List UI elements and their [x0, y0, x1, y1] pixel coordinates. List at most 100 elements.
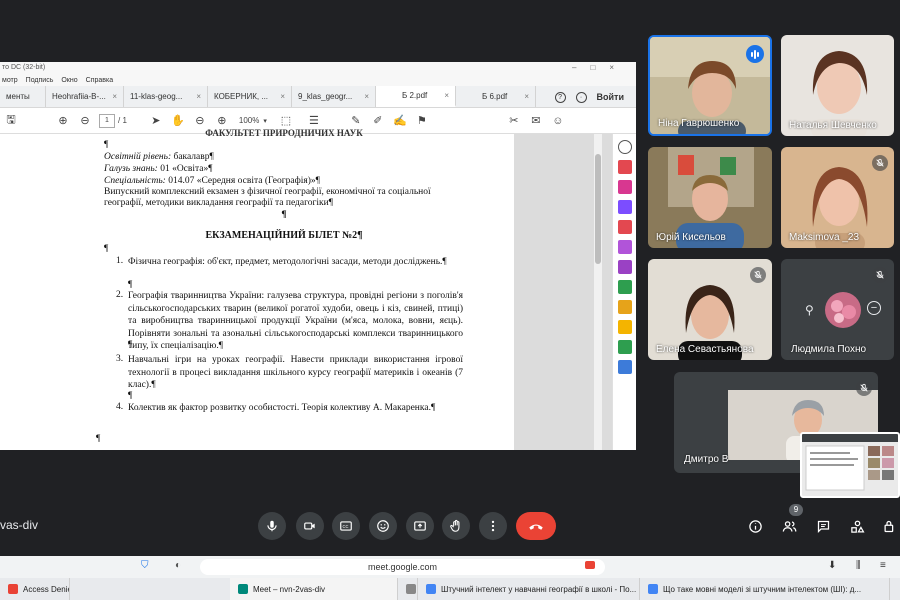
tab-label: Б 2.pdf — [402, 91, 428, 100]
pdf-tabbar-actions: ? · Войти — [554, 86, 636, 108]
url-field[interactable]: meet.google.com — [200, 559, 605, 575]
close-icon[interactable]: × — [444, 91, 449, 100]
participant-tile[interactable]: Ніна Гаврюшенко — [648, 35, 772, 136]
self-view[interactable] — [800, 432, 900, 498]
captions-icon: CC — [340, 521, 352, 531]
edit-pdf-icon[interactable] — [617, 200, 632, 214]
taskbar-label: Що таке мовні моделі зі штучним інтелект… — [663, 584, 862, 594]
captions-button[interactable]: CC — [332, 512, 360, 540]
tab-doc[interactable]: 11-klas-geog... × — [124, 86, 208, 107]
avatar — [825, 292, 861, 328]
taskbar-item[interactable]: Штучний інтелект у навчанні географії в … — [418, 578, 640, 600]
participant-tile[interactable]: Наталья Шевченко — [781, 35, 894, 136]
participant-name: Юрій Кисельов — [656, 232, 726, 243]
leave-call-button[interactable] — [516, 512, 556, 540]
taskbar-item[interactable] — [398, 578, 418, 600]
people-button[interactable] — [780, 517, 798, 535]
menu-item[interactable]: Справка — [86, 77, 113, 84]
activities-button[interactable] — [848, 517, 866, 535]
close-icon[interactable]: × — [280, 92, 285, 101]
chevron-down-icon[interactable]: ▾ — [263, 117, 267, 125]
camera-in-use-icon[interactable] — [585, 561, 595, 569]
scan-icon[interactable] — [617, 260, 632, 274]
url-text: meet.google.com — [367, 562, 438, 572]
menu-item[interactable]: Подпись — [26, 77, 54, 84]
speaking-indicator-icon — [746, 45, 764, 63]
meeting-code: vas-div — [0, 518, 39, 532]
mail-icon[interactable]: ✉ — [525, 111, 547, 131]
close-icon[interactable]: × — [112, 92, 117, 101]
close-icon[interactable]: × — [524, 92, 529, 101]
participant-tile[interactable]: Maksimova _23 — [781, 147, 894, 248]
tools-icon[interactable]: ✂ — [503, 111, 525, 131]
lock-person-icon — [884, 520, 893, 532]
present-button[interactable] — [406, 512, 434, 540]
tab-doc[interactable]: 9_klas_geogr... × — [292, 86, 376, 107]
compare-icon[interactable] — [617, 340, 632, 354]
close-icon[interactable]: × — [364, 92, 369, 101]
comment-tool-icon[interactable] — [617, 300, 632, 314]
organize-icon[interactable] — [617, 220, 632, 234]
menu-icon[interactable]: ≡ — [880, 560, 886, 571]
pilcrow: ¶ — [281, 210, 287, 220]
mic-icon — [267, 520, 277, 532]
camera-button[interactable] — [296, 512, 324, 540]
tab-documents[interactable]: менты — [0, 86, 46, 107]
mic-button[interactable] — [258, 512, 286, 540]
export-pdf-icon[interactable] — [617, 160, 632, 174]
hang-up-icon — [529, 524, 543, 530]
prev-page-icon[interactable]: ⊕ — [52, 111, 74, 131]
raise-hand-button[interactable] — [442, 512, 470, 540]
bell-icon[interactable]: · — [575, 91, 587, 103]
zoom-level[interactable]: 100% — [239, 116, 259, 125]
item-number: 1. — [116, 256, 124, 266]
share-user-icon[interactable]: ☺ — [547, 111, 569, 131]
login-button[interactable]: Войти — [597, 92, 624, 102]
tracking-icon[interactable]: ◐ — [175, 560, 181, 571]
shield-icon[interactable]: ⛉ — [141, 560, 149, 571]
scrollbar-thumb[interactable] — [595, 154, 601, 264]
more-options-button[interactable] — [479, 512, 507, 540]
doc-value: бакалавр¶ — [171, 152, 214, 162]
zoom-icon[interactable] — [617, 140, 632, 154]
reactions-button[interactable] — [369, 512, 397, 540]
doc-label: Спеціальність: — [104, 176, 166, 186]
library-icon[interactable]: ⫼ — [856, 560, 861, 571]
doc-line: Випускний комплексний екзамен з фізичної… — [104, 187, 431, 197]
doc-heading-cut: ФАКУЛЬТЕТ ПРИРОДНИЧИХ НАУК — [205, 128, 363, 138]
taskbar-item[interactable]: Access Denied — [0, 578, 70, 600]
meeting-details-button[interactable] — [746, 517, 764, 535]
fill-sign-icon[interactable] — [617, 240, 632, 254]
chat-button[interactable] — [814, 517, 832, 535]
participant-tile[interactable]: ⚲ − Людмила Похно — [781, 259, 894, 360]
taskbar-item[interactable]: Meet – nvn-2vas-div — [230, 578, 398, 600]
download-icon[interactable]: ⬇ — [828, 560, 836, 571]
pin-icon[interactable]: ⚲ — [805, 303, 814, 317]
participant-tile[interactable]: Юрій Кисельов — [648, 147, 772, 248]
menu-item[interactable]: Окно — [61, 77, 77, 84]
host-controls-button[interactable] — [880, 517, 898, 535]
pilcrow: ¶ — [128, 280, 133, 290]
participant-name: Елена Севастьянова — [656, 344, 754, 355]
doc-line: Спеціальність: 014.07 «Середня освіта (Г… — [104, 176, 320, 186]
create-pdf-icon[interactable] — [617, 180, 632, 194]
tab-doc[interactable]: Heohrafiia-B-... × — [46, 86, 124, 107]
help-icon[interactable]: ? — [554, 91, 566, 103]
tab-doc[interactable]: КОБЕРНИК, ... × — [208, 86, 292, 107]
pdf-scrollbar[interactable] — [594, 134, 602, 450]
page-number-input[interactable]: 1 — [99, 113, 115, 128]
save-icon[interactable]: 🖫 — [0, 111, 22, 131]
next-page-icon[interactable]: ⊖ — [74, 111, 96, 131]
taskbar-item[interactable]: Що таке мовні моделі зі штучним інтелект… — [640, 578, 890, 600]
menu-item[interactable]: мотр — [2, 77, 18, 84]
close-icon[interactable]: × — [196, 92, 201, 101]
protect-icon[interactable] — [617, 360, 632, 374]
ticket-title: ЕКЗАМЕНАЦІЙНИЙ БІЛЕТ №2¶ — [205, 230, 363, 241]
tab-active-doc[interactable]: Б 2.pdf × — [376, 86, 456, 107]
participant-tile[interactable]: Елена Севастьянова — [648, 259, 772, 360]
mic-off-icon — [856, 380, 872, 396]
combine-icon[interactable] — [617, 280, 632, 294]
stamp-tool-icon[interactable] — [617, 320, 632, 334]
tab-doc[interactable]: Б 6.pdf × — [456, 86, 536, 107]
remove-icon[interactable]: − — [867, 301, 881, 315]
